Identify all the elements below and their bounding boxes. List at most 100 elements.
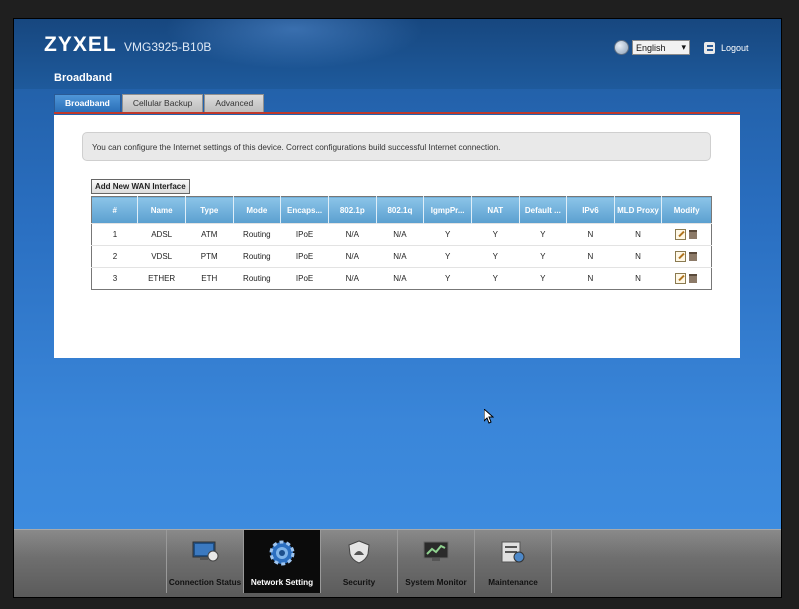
cell-mld-proxy: N: [614, 245, 662, 268]
info-message: You can configure the Internet settings …: [82, 132, 711, 161]
cell-type: ATM: [185, 223, 234, 246]
cell-8021q: N/A: [376, 245, 424, 268]
model-name: VMG3925-B10B: [124, 40, 212, 54]
chevron-down-icon: ▾: [681, 42, 686, 52]
table-header-row: # Name Type Mode Encaps... 802.1p 802.1q…: [91, 196, 712, 224]
nav-system-monitor[interactable]: System Monitor: [397, 530, 474, 593]
cell-encapsulation: IPoE: [280, 267, 329, 290]
language-area: English ▾: [614, 40, 690, 55]
nav-maintenance[interactable]: Maintenance: [474, 530, 552, 593]
nav-label: System Monitor: [405, 578, 467, 587]
bottom-nav-bar: Connection Status Network Setting Securi…: [14, 529, 781, 597]
system-monitor-icon: [422, 539, 450, 568]
cell-encapsulation: IPoE: [280, 223, 329, 246]
cell-index: 2: [91, 245, 138, 268]
column-header: IgmpPr...: [423, 196, 472, 224]
cell-name: ETHER: [137, 267, 186, 290]
wan-table: # Name Type Mode Encaps... 802.1p 802.1q…: [91, 196, 712, 290]
cell-8021p: N/A: [328, 245, 377, 268]
column-header: IPv6: [566, 196, 615, 224]
trash-icon[interactable]: [689, 274, 698, 283]
cell-nat: Y: [471, 245, 520, 268]
logout-label: Logout: [721, 43, 749, 53]
column-header: NAT: [471, 196, 520, 224]
column-header: Default ...: [518, 196, 567, 224]
nav-label: Connection Status: [168, 578, 242, 587]
cell-type: ETH: [185, 267, 234, 290]
cell-modify: [661, 245, 712, 268]
column-header: MLD Proxy: [613, 196, 662, 224]
tab-advanced[interactable]: Advanced: [204, 94, 265, 113]
edit-icon[interactable]: [675, 229, 687, 240]
cell-8021q: N/A: [376, 267, 424, 290]
logout-link[interactable]: Logout: [704, 42, 749, 54]
content-panel: You can configure the Internet settings …: [54, 115, 740, 358]
cell-name: VDSL: [137, 245, 186, 268]
cell-igmp-proxy: Y: [423, 223, 472, 246]
cell-mld-proxy: N: [614, 223, 662, 246]
cell-igmp-proxy: Y: [423, 267, 472, 290]
cell-index: 1: [91, 223, 138, 246]
column-header: Type: [184, 196, 234, 224]
cell-ipv6: N: [566, 267, 615, 290]
column-header: Modify: [661, 196, 712, 224]
table-row: 3 ETHER ETH Routing IPoE N/A N/A Y Y Y N…: [91, 267, 712, 290]
cell-mode: Routing: [233, 245, 281, 268]
edit-icon[interactable]: [675, 251, 687, 262]
cell-modify: [661, 267, 712, 290]
nav-label: Maintenance: [488, 578, 538, 587]
tab-broadband[interactable]: Broadband: [54, 94, 121, 113]
column-header: #: [91, 196, 138, 224]
language-select[interactable]: English ▾: [632, 40, 690, 55]
nav-network-setting[interactable]: Network Setting: [243, 530, 320, 593]
cell-default-gateway: Y: [519, 245, 567, 268]
logout-icon: [704, 42, 715, 54]
nav-security[interactable]: Security: [320, 530, 397, 593]
trash-icon[interactable]: [689, 252, 698, 261]
language-value: English: [636, 42, 666, 53]
add-wan-interface-button[interactable]: Add New WAN Interface: [91, 179, 190, 194]
cell-8021q: N/A: [376, 223, 424, 246]
cell-8021p: N/A: [328, 223, 377, 246]
cell-type: PTM: [185, 245, 234, 268]
cell-nat: Y: [471, 267, 520, 290]
column-header: Mode: [232, 196, 281, 224]
cell-default-gateway: Y: [519, 223, 567, 246]
tab-underline: [54, 112, 740, 114]
page-title: Broadband: [54, 72, 113, 84]
nav-connection-status[interactable]: Connection Status: [166, 530, 243, 593]
cell-ipv6: N: [566, 245, 615, 268]
cell-name: ADSL: [137, 223, 186, 246]
cell-index: 3: [91, 267, 138, 290]
column-header: 802.1p: [327, 196, 377, 224]
cell-mode: Routing: [233, 223, 281, 246]
maintenance-icon: [499, 539, 527, 570]
network-setting-icon: [268, 539, 296, 572]
cell-nat: Y: [471, 223, 520, 246]
column-header: 802.1q: [375, 196, 424, 224]
cell-mode: Routing: [233, 267, 281, 290]
bottom-nav: Connection Status Network Setting Securi…: [166, 530, 552, 593]
column-header: Name: [137, 196, 186, 224]
cell-ipv6: N: [566, 223, 615, 246]
table-row: 1 ADSL ATM Routing IPoE N/A N/A Y Y Y N …: [91, 223, 712, 246]
cell-modify: [661, 223, 712, 246]
security-icon: [346, 539, 372, 570]
cell-igmp-proxy: Y: [423, 245, 472, 268]
globe-icon: [614, 40, 629, 55]
cell-default-gateway: Y: [519, 267, 567, 290]
edit-icon[interactable]: [675, 273, 687, 284]
tab-bar: Broadband Cellular Backup Advanced: [54, 94, 265, 113]
router-ui-frame: ZYXEL VMG3925-B10B English ▾ Logout Broa…: [14, 19, 781, 597]
table-row: 2 VDSL PTM Routing IPoE N/A N/A Y Y Y N …: [91, 245, 712, 268]
cell-encapsulation: IPoE: [280, 245, 329, 268]
cell-8021p: N/A: [328, 267, 377, 290]
nav-label: Security: [342, 578, 376, 587]
trash-icon[interactable]: [689, 230, 698, 239]
column-header: Encaps...: [280, 196, 329, 224]
cell-mld-proxy: N: [614, 267, 662, 290]
brand-logo: ZYXEL: [44, 33, 117, 56]
tab-cellular-backup[interactable]: Cellular Backup: [121, 94, 204, 113]
connection-status-icon: [191, 539, 219, 568]
nav-label: Network Setting: [250, 578, 314, 587]
